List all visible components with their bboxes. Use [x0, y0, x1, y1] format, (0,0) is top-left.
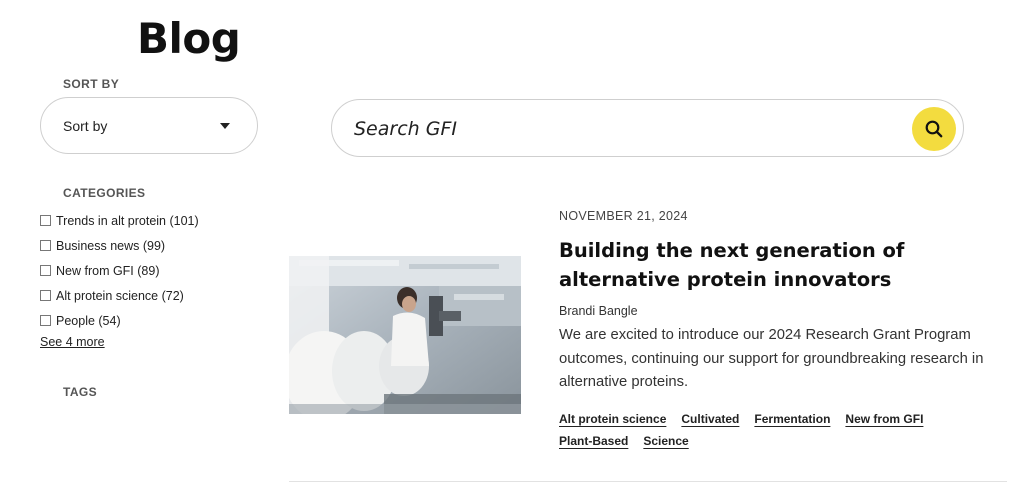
- tag-link[interactable]: Fermentation: [754, 412, 830, 426]
- checkbox-icon[interactable]: [40, 290, 51, 301]
- category-label: New from GFI (89): [56, 263, 160, 278]
- search-input[interactable]: [354, 114, 894, 144]
- category-item[interactable]: Business news (99): [40, 233, 199, 258]
- category-item[interactable]: New from GFI (89): [40, 258, 199, 283]
- post-title-link[interactable]: Building the next generation of alternat…: [559, 236, 999, 294]
- post-divider: [289, 481, 1007, 482]
- category-item[interactable]: People (54): [40, 308, 199, 333]
- post-tags-row: Plant-Based Science: [559, 434, 689, 448]
- search-icon: [925, 120, 943, 138]
- tag-link[interactable]: Alt protein science: [559, 412, 666, 426]
- category-label: Business news (99): [56, 238, 166, 253]
- category-label: Trends in alt protein (101): [56, 213, 199, 228]
- post-author: Brandi Bangle: [559, 304, 638, 318]
- post-tags-row: Alt protein science Cultivated Fermentat…: [559, 412, 923, 426]
- checkbox-icon[interactable]: [40, 265, 51, 276]
- checkbox-icon[interactable]: [40, 240, 51, 251]
- page-title: Blog: [137, 14, 241, 63]
- categories-heading: CATEGORIES: [63, 186, 146, 200]
- tags-heading: TAGS: [63, 385, 98, 399]
- category-item[interactable]: Trends in alt protein (101): [40, 208, 199, 233]
- post-date: NOVEMBER 21, 2024: [559, 209, 688, 223]
- sort-by-value: Sort by: [63, 117, 108, 134]
- search-bar: [331, 99, 964, 157]
- sort-by-select[interactable]: Sort by: [40, 97, 258, 154]
- see-more-categories-link[interactable]: See 4 more: [40, 335, 105, 349]
- tag-link[interactable]: Plant-Based: [559, 434, 628, 448]
- category-label: People (54): [56, 313, 121, 328]
- sort-by-heading: SORT BY: [63, 77, 120, 91]
- checkbox-icon[interactable]: [40, 215, 51, 226]
- tag-link[interactable]: Science: [643, 434, 688, 448]
- tag-link[interactable]: New from GFI: [845, 412, 923, 426]
- chevron-down-icon: [220, 123, 230, 129]
- checkbox-icon[interactable]: [40, 315, 51, 326]
- tag-link[interactable]: Cultivated: [681, 412, 739, 426]
- category-label: Alt protein science (72): [56, 288, 184, 303]
- search-button[interactable]: [912, 107, 956, 151]
- post-thumbnail-image[interactable]: [289, 256, 521, 414]
- category-list: Trends in alt protein (101) Business new…: [40, 208, 199, 333]
- lab-scientists-photo: [289, 256, 521, 414]
- category-item[interactable]: Alt protein science (72): [40, 283, 199, 308]
- post-excerpt: We are excited to introduce our 2024 Res…: [559, 327, 984, 390]
